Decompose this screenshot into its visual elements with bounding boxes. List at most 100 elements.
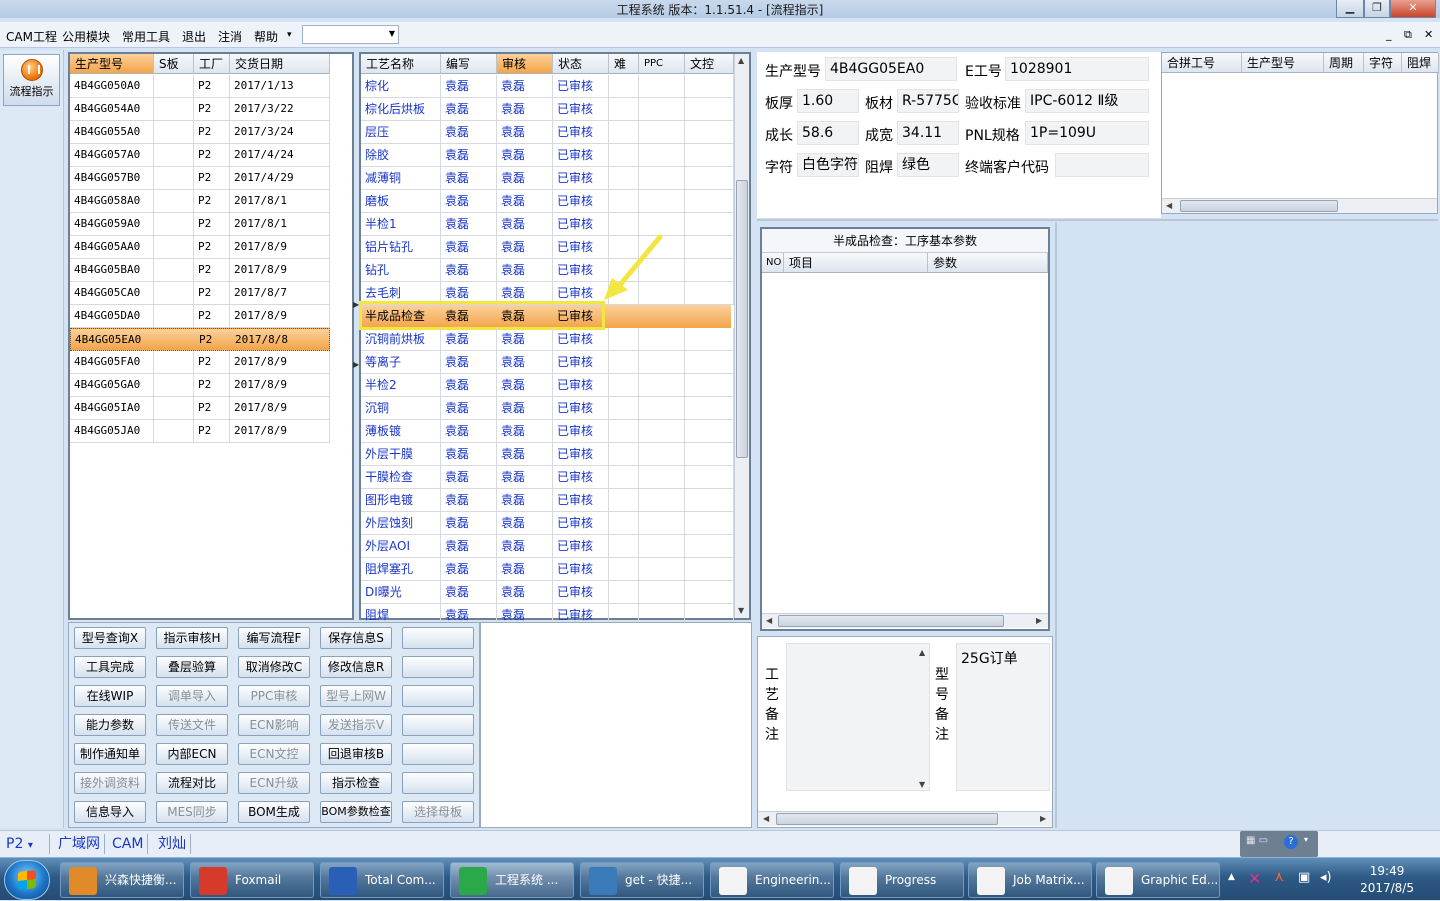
table-row[interactable]: 4B4GG05CA0 P2 2017/8/7 [70,282,330,305]
action-button[interactable]: 接外调资料 [74,772,146,794]
help-chevron-icon[interactable]: ▾ [287,30,292,40]
header-ppc[interactable]: PPC [639,54,685,74]
table-row[interactable]: 干膜检查 袁磊 袁磊 已审核 [361,466,734,489]
menu-logout[interactable]: 注消 [218,28,242,45]
taskbar-item[interactable]: Total Com... [320,862,444,898]
action-button[interactable]: ECN升级 [238,772,310,794]
restore-button[interactable]: ❐ [1364,0,1390,18]
keyboard-icon[interactable]: ▦ ▭ [1246,835,1268,846]
remarks-hscrollbar[interactable]: ◀ ▶ [758,811,1052,826]
action-button[interactable]: ECN影响 [238,714,310,736]
scroll-right-icon[interactable]: ▶ [1036,616,1042,625]
scroll-thumb[interactable] [736,180,748,458]
mdi-close-button[interactable]: ✕ [1424,28,1433,41]
table-row[interactable]: 4B4GG05BA0 P2 2017/8/9 [70,259,330,282]
table-row[interactable]: 图形电镀 袁磊 袁磊 已审核 [361,489,734,512]
empty-button[interactable] [402,743,474,765]
table-row[interactable]: 除胶 袁磊 袁磊 已审核 [361,144,734,167]
table-row[interactable]: 4B4GG054A0 P2 2017/3/22 [70,98,330,121]
minimize-button[interactable]: ▁ [1336,0,1364,18]
close-button[interactable]: ✕ [1390,0,1436,18]
header-delivery-date[interactable]: 交货日期 [230,54,330,74]
semi-header-item[interactable]: 项目 [784,253,928,273]
action-button[interactable]: 调单导入 [156,685,228,707]
scroll-left-icon[interactable]: ◀ [766,616,772,625]
pnl-field[interactable]: 1P=109U [1025,121,1149,145]
standard-field[interactable]: IPC-6012 Ⅱ级 [1025,89,1149,113]
menu-tools[interactable]: 常用工具 [122,28,170,45]
action-button[interactable]: 取消修改C [238,656,310,678]
taskbar-item[interactable]: Progress [840,862,964,898]
empty-button[interactable] [402,772,474,794]
taskbar-item[interactable]: Graphic Ed... [1096,862,1220,898]
header-process-name[interactable]: 工艺名称 [361,54,441,74]
table-row[interactable]: DI曝光 袁磊 袁磊 已审核 [361,581,734,604]
thickness-field[interactable]: 1.60 [797,89,859,113]
action-button[interactable]: 制作通知单 [74,743,146,765]
table-row[interactable]: 沉铜 袁磊 袁磊 已审核 [361,397,734,420]
table-row[interactable]: 沉铜前烘板 袁磊 袁磊 已审核 [361,328,734,351]
scroll-up-icon[interactable]: ▲ [919,648,925,657]
tray-expand-icon[interactable]: ▲ [1228,872,1235,882]
action-button[interactable]: MES同步 [156,801,228,823]
table-row[interactable]: 4B4GG059A0 P2 2017/8/1 [70,213,330,236]
action-button[interactable]: 修改信息R [320,656,392,678]
customer-code-field[interactable] [1055,153,1149,177]
menu-help[interactable]: 帮助 [254,28,278,45]
table-row[interactable]: 薄板镀 袁磊 袁磊 已审核 [361,420,734,443]
table-row[interactable]: 等离子 袁磊 袁磊 已审核 [361,351,734,374]
table-row[interactable]: 磨板 袁磊 袁磊 已审核 [361,190,734,213]
character-field[interactable]: 白色字符 [797,153,859,177]
scroll-up-icon[interactable]: ▲ [738,56,744,65]
tray-app-icon[interactable]: ✕ [1248,869,1261,888]
empty-button[interactable] [402,656,474,678]
volume-icon[interactable]: ◂) [1320,870,1332,885]
action-button[interactable]: 内部ECN [156,743,228,765]
header-reviewer[interactable]: 审核 [497,54,553,74]
action-button[interactable]: 编写流程F [238,627,310,649]
header-period[interactable]: 周期 [1324,53,1364,73]
table-row[interactable]: 4B4GG05FA0 P2 2017/8/9 [70,351,330,374]
table-row[interactable]: 4B4GG05JA0 P2 2017/8/9 [70,420,330,443]
table-row[interactable]: 4B4GG057A0 P2 2017/4/24 [70,144,330,167]
scroll-thumb[interactable] [776,813,998,825]
header-character[interactable]: 字符 [1364,53,1402,73]
table-row[interactable]: 阻焊塞孔 袁磊 袁磊 已审核 [361,558,734,581]
taskbar-item[interactable]: Job Matrix... [968,862,1092,898]
taskbar-item[interactable]: 兴森快捷衡... [60,862,184,898]
action-button[interactable]: ECN文控 [238,743,310,765]
action-button[interactable]: 保存信息S [320,627,392,649]
model-field[interactable]: 4B4GG05EA0 [825,57,957,81]
table-row[interactable]: 4B4GG05GA0 P2 2017/8/9 [70,374,330,397]
table-row[interactable]: 4B4GG055A0 P2 2017/3/24 [70,121,330,144]
action-button[interactable]: 型号上网W [320,685,392,707]
table-row[interactable]: 4B4GG05IA0 P2 2017/8/9 [70,397,330,420]
action-button[interactable]: BOM生成 [238,801,310,823]
action-button[interactable]: 指示审核H [156,627,228,649]
merge-hscrollbar[interactable]: ◀ [1162,198,1437,213]
table-row[interactable]: 层压 袁磊 袁磊 已审核 [361,121,734,144]
table-row[interactable]: 外层蚀刻 袁磊 袁磊 已审核 [361,512,734,535]
semi-header-no[interactable]: NO [762,253,784,273]
empty-button[interactable] [402,714,474,736]
header-s-board[interactable]: S板 [154,54,194,74]
table-row[interactable]: 外层AOI 袁磊 袁磊 已审核 [361,535,734,558]
header-model[interactable]: 生产型号 [1242,53,1324,73]
action-button[interactable]: 流程对比 [156,772,228,794]
table-row[interactable]: 棕化 袁磊 袁磊 已审核 [361,75,734,98]
action-button[interactable]: 能力参数 [74,714,146,736]
action-button[interactable]: 指示检查 [320,772,392,794]
factory-select[interactable]: P2 ▾ [2,834,50,854]
table-row[interactable]: 铝片钻孔 袁磊 袁磊 已审核 [361,236,734,259]
table-row[interactable]: 半成品检查 袁磊 袁磊 已审核 [359,301,731,330]
action-button[interactable]: 信息导入 [74,801,146,823]
header-factory[interactable]: 工厂 [194,54,230,74]
model-remark-textarea[interactable]: 25G订单 [956,643,1050,791]
menu-exit[interactable]: 退出 [182,28,206,45]
header-doc-control[interactable]: 文控 [685,54,734,74]
material-field[interactable]: R-5775G [897,89,959,113]
header-model[interactable]: 生产型号 [70,54,154,74]
table-row[interactable]: 4B4GG05DA0 P2 2017/8/9 [70,305,330,328]
table-row[interactable]: 外层干膜 袁磊 袁磊 已审核 [361,443,734,466]
taskbar-item[interactable]: 工程系统 ... [450,862,574,898]
